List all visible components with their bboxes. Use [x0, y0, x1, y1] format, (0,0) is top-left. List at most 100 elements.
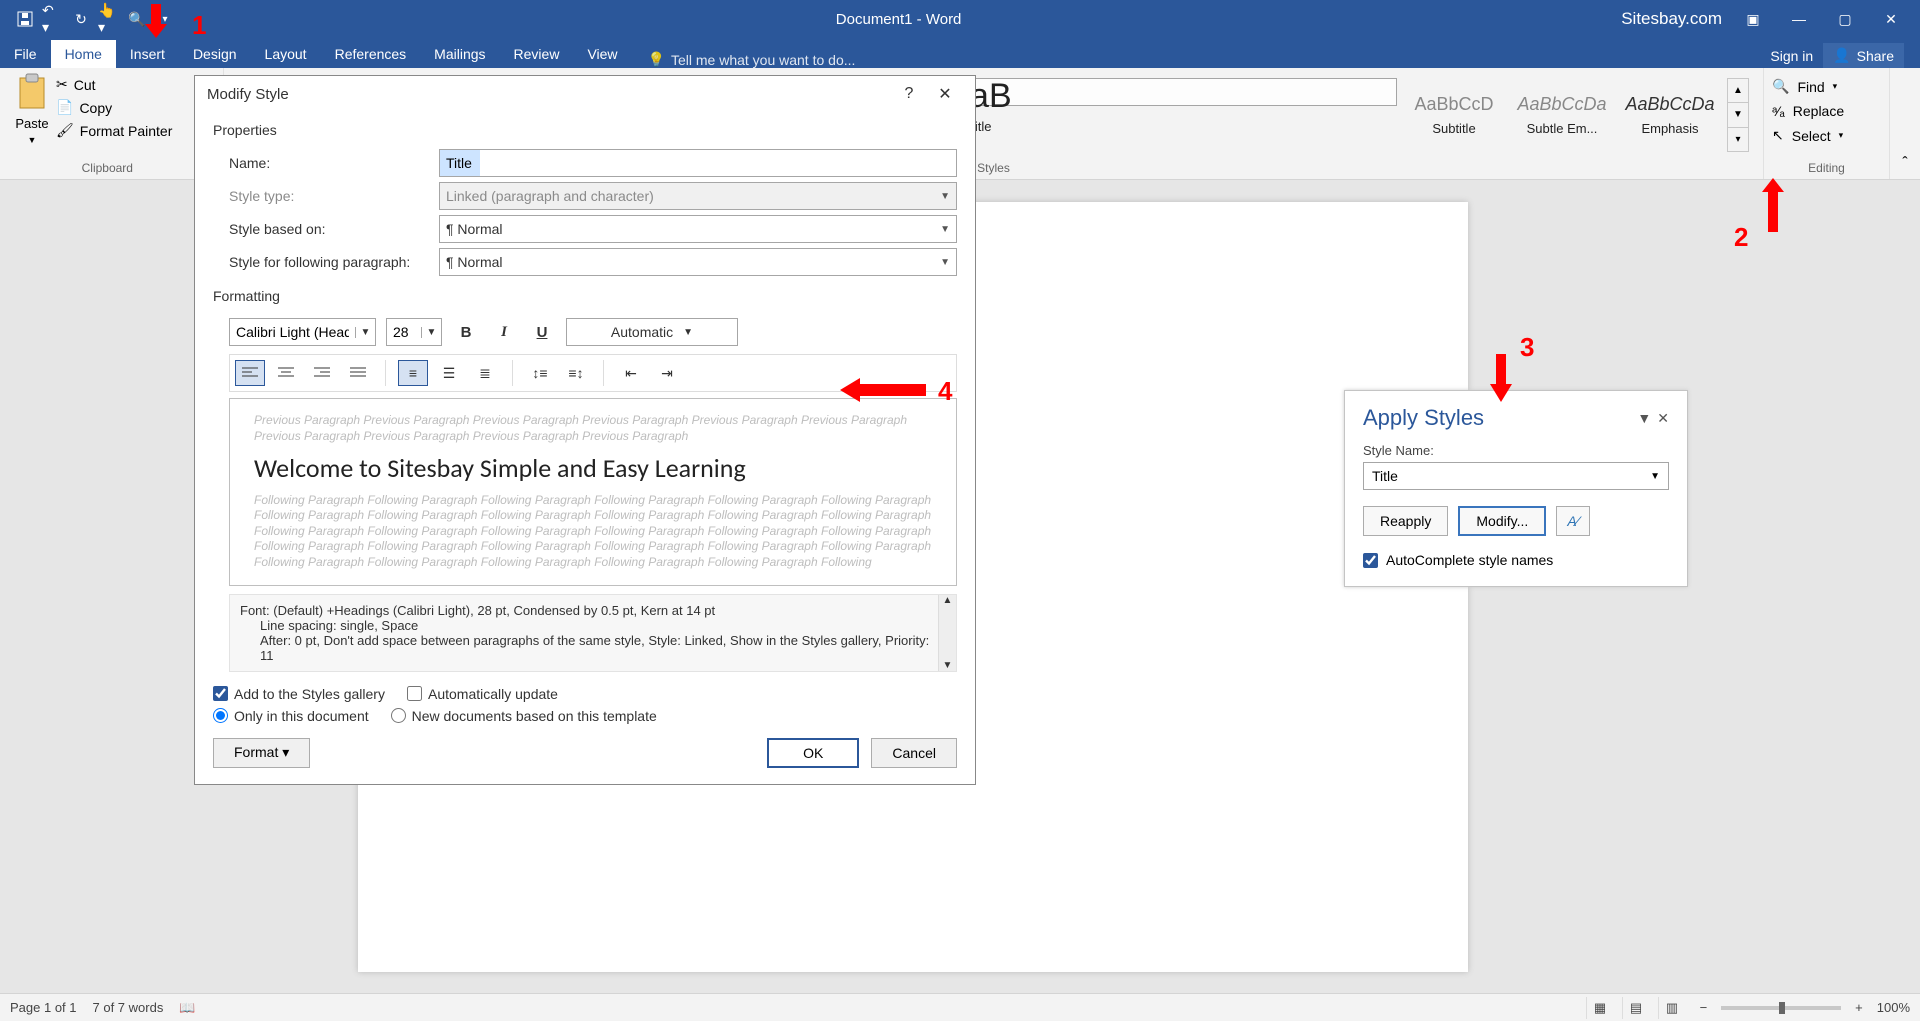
clipboard-group: Paste ▼ ✂Cut 📄Copy 🖌Format Painter Clipb… — [0, 68, 224, 179]
format-button[interactable]: Format ▾ — [213, 738, 310, 768]
tab-view[interactable]: View — [573, 40, 631, 68]
chevron-down-icon[interactable]: ▼ — [355, 327, 375, 338]
tab-layout[interactable]: Layout — [251, 40, 321, 68]
reapply-button[interactable]: Reapply — [1363, 506, 1448, 536]
pane-options-icon[interactable]: ▼ — [1637, 410, 1651, 427]
styles-down-icon[interactable]: ▼ — [1728, 103, 1748, 127]
cut-button[interactable]: ✂Cut — [56, 76, 172, 93]
align-justify-button[interactable] — [343, 360, 373, 386]
ok-button[interactable]: OK — [767, 738, 859, 768]
underline-button[interactable]: U — [528, 318, 556, 346]
scissors-icon: ✂ — [56, 76, 68, 93]
style-emphasis[interactable]: AaBbCcDaEmphasis — [1619, 78, 1721, 152]
page-status[interactable]: Page 1 of 1 — [10, 1000, 77, 1016]
zoom-out-button[interactable]: − — [1694, 1000, 1714, 1015]
signin-link[interactable]: Sign in — [1770, 48, 1813, 64]
replace-icon: ᵃ⁄ₐ — [1772, 103, 1785, 119]
collapse-ribbon-icon[interactable]: ˆ — [1890, 68, 1920, 179]
select-button[interactable]: ↖Select ▾ — [1772, 127, 1881, 144]
save-icon[interactable] — [14, 8, 36, 30]
desc-scrollbar[interactable]: ▲▼ — [938, 595, 956, 671]
autocomplete-checkbox[interactable] — [1363, 553, 1378, 568]
web-layout-icon[interactable]: ▥ — [1658, 997, 1686, 1019]
only-this-doc-radio[interactable] — [213, 708, 228, 723]
auto-update-checkbox[interactable] — [407, 686, 422, 701]
bold-button[interactable]: B — [452, 318, 480, 346]
replace-button[interactable]: ᵃ⁄ₐReplace — [1772, 103, 1881, 119]
space-before-button[interactable]: ↕≡ — [525, 360, 555, 386]
new-docs-radio[interactable] — [391, 708, 406, 723]
align-left-button[interactable] — [235, 360, 265, 386]
tell-me-box[interactable]: 💡 Tell me what you want to do... — [632, 51, 1771, 68]
chevron-down-icon[interactable]: ▼ — [421, 327, 441, 338]
redo-icon[interactable]: ↻ — [70, 8, 92, 30]
annotation-4: 4 — [938, 376, 952, 407]
style-subtle-emphasis[interactable]: AaBbCcDaSubtle Em... — [1511, 78, 1613, 152]
share-button[interactable]: 👤 Share — [1823, 43, 1904, 68]
zoom-in-button[interactable]: + — [1849, 1000, 1869, 1015]
style-inspector-button[interactable]: A⁄ — [1556, 506, 1590, 536]
space-after-button[interactable]: ≡↕ — [561, 360, 591, 386]
ribbon-display-icon[interactable]: ▣ — [1738, 4, 1768, 34]
touch-mode-icon[interactable]: 👆▾ — [98, 8, 120, 30]
minimize-button[interactable]: — — [1784, 4, 1814, 34]
find-button[interactable]: 🔍Find ▾ — [1772, 78, 1881, 95]
align-center-button[interactable] — [271, 360, 301, 386]
style-based-select[interactable]: ¶ Normal▼ — [439, 215, 957, 243]
format-painter-button[interactable]: 🖌Format Painter — [56, 122, 172, 139]
one-half-spacing-button[interactable]: ☰ — [434, 360, 464, 386]
styles-up-icon[interactable]: ▲ — [1728, 79, 1748, 103]
paste-label: Paste — [15, 116, 48, 131]
pane-close-icon[interactable]: ✕ — [1657, 410, 1669, 427]
editing-label: Editing — [1772, 161, 1881, 175]
close-window-button[interactable]: ✕ — [1876, 4, 1906, 34]
style-name-select[interactable]: Title ▼ — [1363, 462, 1669, 490]
find-icon: 🔍 — [1772, 78, 1789, 95]
undo-icon[interactable]: ↶ ▾ — [42, 8, 64, 30]
name-label: Name: — [229, 155, 439, 171]
italic-button[interactable]: I — [490, 318, 518, 346]
modify-button[interactable]: Modify... — [1458, 506, 1546, 536]
tab-review[interactable]: Review — [500, 40, 574, 68]
copy-button[interactable]: 📄Copy — [56, 99, 172, 116]
single-spacing-button[interactable]: ≡ — [398, 360, 428, 386]
word-count[interactable]: 7 of 7 words — [93, 1000, 164, 1016]
cancel-button[interactable]: Cancel — [871, 738, 957, 768]
annotation-arrow-4 — [840, 378, 926, 402]
style-type-label: Style type: — [229, 188, 439, 204]
chevron-down-icon: ▼ — [1650, 471, 1660, 482]
print-layout-icon[interactable]: ▤ — [1622, 997, 1650, 1019]
style-name-label: Style Name: — [1363, 443, 1669, 458]
tab-insert[interactable]: Insert — [116, 40, 179, 68]
paste-button[interactable]: Paste ▼ — [8, 72, 56, 145]
font-family-select[interactable]: ▼ — [229, 318, 376, 346]
tab-design[interactable]: Design — [179, 40, 251, 68]
read-mode-icon[interactable]: ▦ — [1586, 997, 1614, 1019]
double-spacing-button[interactable]: ≣ — [470, 360, 500, 386]
increase-indent-button[interactable]: ⇥ — [652, 360, 682, 386]
style-subtitle[interactable]: AaBbCcDSubtitle — [1403, 78, 1505, 152]
preview-previous: Previous Paragraph Previous Paragraph Pr… — [254, 413, 932, 444]
name-input[interactable] — [439, 149, 957, 177]
add-gallery-checkbox[interactable] — [213, 686, 228, 701]
annotation-2: 2 — [1734, 222, 1748, 253]
tab-mailings[interactable]: Mailings — [420, 40, 499, 68]
decrease-indent-button[interactable]: ⇤ — [616, 360, 646, 386]
zoom-slider[interactable] — [1721, 1006, 1841, 1010]
proofing-icon[interactable]: 📖 — [179, 1000, 195, 1016]
dialog-close-button[interactable]: ✕ — [927, 76, 963, 112]
tab-file[interactable]: File — [0, 40, 51, 68]
tab-home[interactable]: Home — [51, 40, 116, 68]
dialog-help-button[interactable]: ? — [891, 76, 927, 112]
style-name-value: Title — [1372, 468, 1398, 484]
maximize-button[interactable]: ▢ — [1830, 4, 1860, 34]
tab-references[interactable]: References — [321, 40, 421, 68]
zoom-value[interactable]: 100% — [1877, 1000, 1910, 1015]
align-right-button[interactable] — [307, 360, 337, 386]
font-color-select[interactable]: Automatic▼ — [566, 318, 738, 346]
chevron-down-icon: ▼ — [940, 224, 950, 235]
styles-more-icon[interactable]: ▾ — [1728, 128, 1748, 151]
styles-gallery-scroll: ▲ ▼ ▾ — [1727, 78, 1749, 152]
style-following-select[interactable]: ¶ Normal▼ — [439, 248, 957, 276]
font-size-select[interactable]: ▼ — [386, 318, 442, 346]
